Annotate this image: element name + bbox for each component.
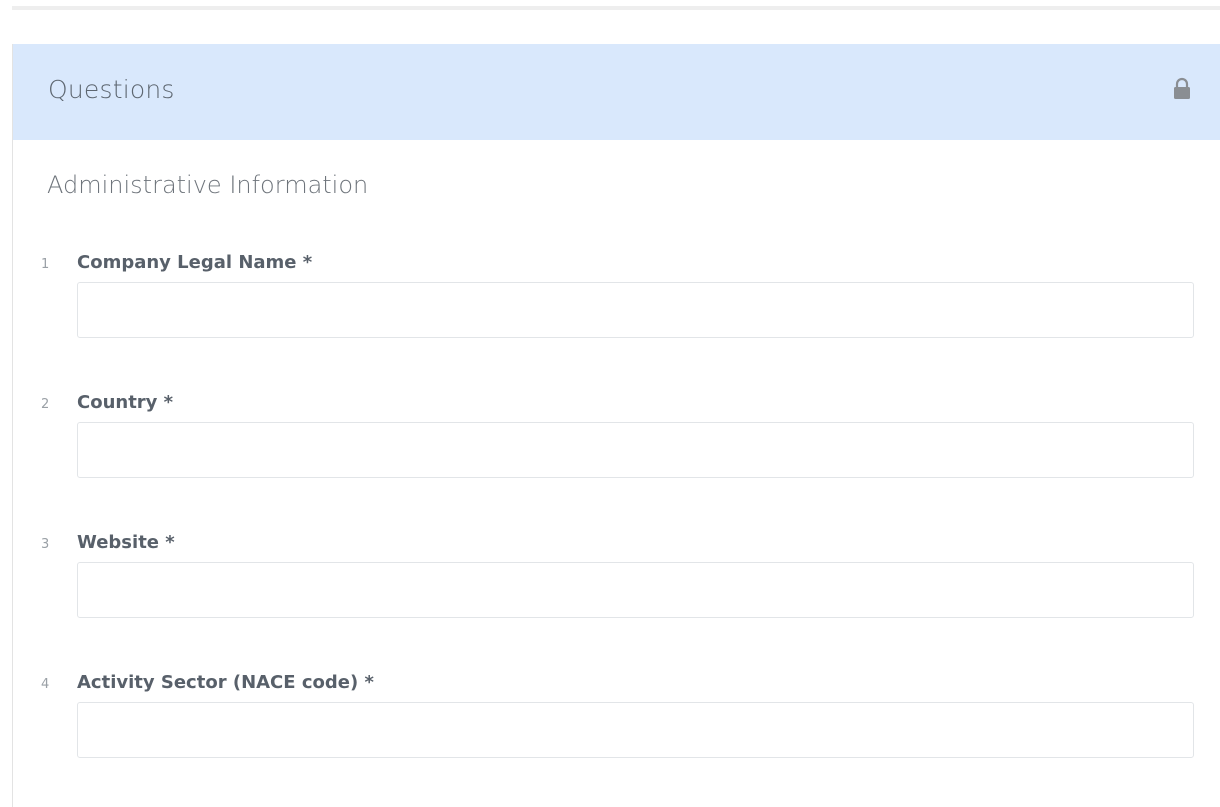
- question-number: 1: [41, 257, 50, 272]
- top-divider: [12, 6, 1220, 10]
- activity-sector-input[interactable]: [77, 702, 1194, 758]
- panel-header: Questions: [13, 44, 1220, 140]
- question-company-legal-name: 1 Company Legal Name *: [13, 249, 1220, 359]
- website-input[interactable]: [77, 562, 1194, 618]
- question-label: Activity Sector (NACE code) *: [77, 672, 374, 693]
- question-label: Website *: [77, 532, 175, 553]
- question-website: 3 Website *: [13, 529, 1220, 639]
- country-input[interactable]: [77, 422, 1194, 478]
- question-number: 2: [41, 397, 50, 412]
- questions-panel: Questions Administrative Information 1 C…: [12, 44, 1220, 807]
- question-number: 4: [41, 677, 50, 692]
- question-label: Country *: [77, 392, 174, 413]
- lock-icon: [1174, 77, 1190, 99]
- panel-title: Questions: [48, 75, 175, 104]
- question-country: 2 Country *: [13, 389, 1220, 499]
- company-legal-name-input[interactable]: [77, 282, 1194, 338]
- section-title: Administrative Information: [47, 171, 369, 199]
- question-activity-sector: 4 Activity Sector (NACE code) *: [13, 669, 1220, 779]
- question-number: 3: [41, 537, 50, 552]
- question-label: Company Legal Name *: [77, 252, 313, 273]
